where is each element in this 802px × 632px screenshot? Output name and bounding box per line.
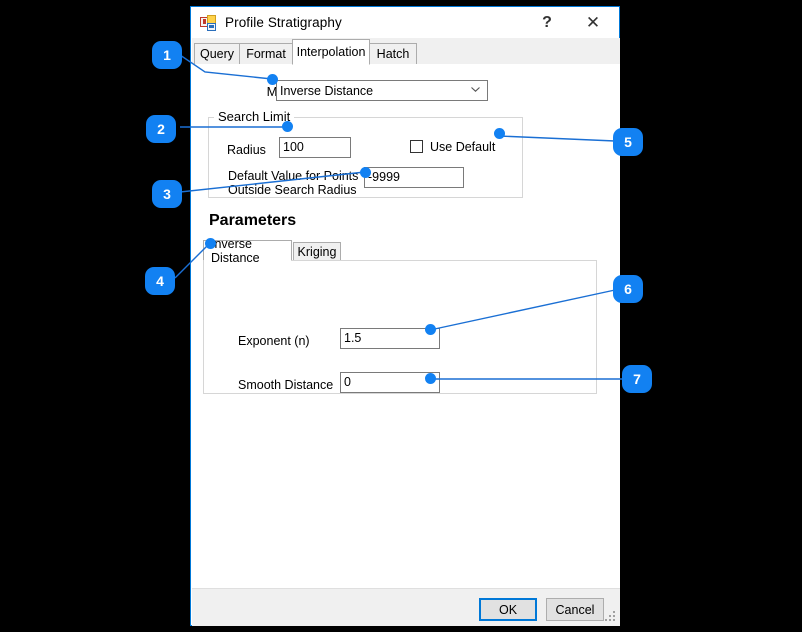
dialog-footer: OK Cancel: [192, 588, 620, 626]
method-dropdown-value: Inverse Distance: [280, 83, 374, 98]
window-title: Profile Stratigraphy: [225, 15, 342, 30]
cancel-button[interactable]: Cancel: [546, 598, 604, 621]
ok-button[interactable]: OK: [479, 598, 537, 621]
default-value-label-line2: Outside Search Radius: [228, 183, 357, 197]
tab-interpolation[interactable]: Interpolation: [292, 39, 370, 65]
main-tab-strip: Query Format Interpolation Hatch: [192, 38, 620, 65]
app-window-icon: [200, 14, 216, 31]
annotation-dot-2: [282, 121, 293, 132]
tab-query[interactable]: Query: [194, 43, 240, 65]
parameters-tab-strip: Inverse Distance Kriging: [203, 237, 597, 265]
smooth-distance-label: Smooth Distance: [238, 378, 334, 392]
use-default-label: Use Default: [430, 140, 496, 154]
annotation-dot-4: [205, 238, 216, 249]
radius-label: Radius: [227, 143, 266, 157]
annotation-badge-2[interactable]: 2: [146, 115, 176, 143]
annotation-badge-1[interactable]: 1: [152, 41, 182, 69]
annotation-badge-5[interactable]: 5: [613, 128, 643, 156]
chevron-down-icon: [471, 87, 480, 92]
resize-grip-icon[interactable]: [605, 611, 617, 623]
annotation-dot-5: [494, 128, 505, 139]
radius-input[interactable]: 100: [279, 137, 351, 158]
annotation-badge-7[interactable]: 7: [622, 365, 652, 393]
close-icon[interactable]: ✕: [573, 7, 613, 38]
annotation-badge-4[interactable]: 4: [145, 267, 175, 295]
annotation-dot-6: [425, 324, 436, 335]
interpolation-tab-panel: Method Inverse Distance Search Limit Rad…: [192, 64, 620, 588]
help-icon[interactable]: ?: [527, 7, 567, 38]
title-bar: Profile Stratigraphy ? ✕: [191, 7, 619, 38]
annotation-badge-3[interactable]: 3: [152, 180, 182, 208]
search-limit-legend: Search Limit: [214, 109, 295, 124]
exponent-label: Exponent (n): [238, 334, 310, 348]
method-dropdown[interactable]: Inverse Distance: [276, 80, 488, 101]
annotation-dot-7: [425, 373, 436, 384]
tab-kriging[interactable]: Kriging: [293, 242, 341, 261]
annotation-dot-1: [267, 74, 278, 85]
default-value-input[interactable]: -9999: [364, 167, 464, 188]
annotation-dot-3: [360, 167, 371, 178]
tab-inverse-distance[interactable]: Inverse Distance: [203, 237, 292, 265]
parameters-heading: Parameters: [209, 212, 297, 229]
use-default-checkbox[interactable]: [410, 140, 423, 153]
tab-format[interactable]: Format: [239, 43, 293, 65]
default-value-label-line1: Default Value for Points: [228, 169, 359, 183]
annotation-badge-6[interactable]: 6: [613, 275, 643, 303]
profile-stratigraphy-dialog: Profile Stratigraphy ? ✕ Query Format In…: [190, 6, 620, 626]
tab-hatch[interactable]: Hatch: [369, 43, 417, 65]
